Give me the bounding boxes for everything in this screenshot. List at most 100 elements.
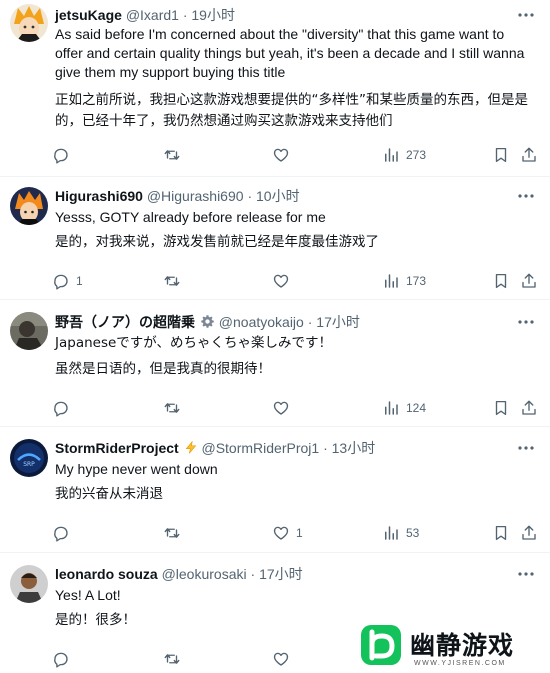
avatar[interactable] [10,312,48,350]
reply-button[interactable] [52,144,76,166]
share-icon [522,273,536,288]
more-options-button[interactable] [516,438,536,458]
reply-button[interactable]: 1 [52,270,83,292]
bookmark-button[interactable] [492,270,510,292]
share-button[interactable] [520,144,538,166]
tweet-text: My hype never went down [55,461,218,477]
share-button[interactable] [520,270,538,292]
retweet-button[interactable] [163,397,187,419]
photo-avatar-icon [10,312,48,350]
tweet-actions [52,648,352,670]
like-button[interactable] [272,270,296,292]
logo-avatar-icon: SRP [10,439,48,477]
timestamp[interactable]: 10小时 [256,188,300,204]
more-options-button[interactable] [516,564,536,584]
share-button[interactable] [520,397,538,419]
views-button[interactable]: 124 [382,397,426,419]
tweet-actions: 1 53 [52,522,542,544]
handle[interactable]: @Ixard1 [126,7,179,23]
more-options-button[interactable] [516,186,536,206]
like-button[interactable] [272,397,296,419]
timestamp[interactable]: 17小时 [316,314,360,330]
anime-avatar-icon [10,187,48,225]
tweet[interactable]: jetsuKage @Ixard1 · 19小时 As said before … [0,0,550,177]
separator: · [307,314,313,330]
tweet-text: As said before I'm concerned about the "… [55,26,525,80]
separator: · [247,188,253,204]
display-name[interactable]: 野吾（ノア）の超階乗 [55,314,195,330]
retweet-button[interactable] [163,648,187,670]
views-button[interactable]: 273 [382,144,426,166]
more-options-button[interactable] [516,312,536,332]
tweet-feed: jetsuKage @Ixard1 · 19小时 As said before … [0,0,550,673]
tweet-translation: 虽然是日语的，但是我真的很期待！ [55,361,271,377]
svg-text:SRP: SRP [23,461,35,468]
separator: · [323,440,328,456]
tweet-header: jetsuKage @Ixard1 · 19小时 [55,5,235,25]
more-icon [518,194,534,198]
reply-button[interactable] [52,522,76,544]
handle[interactable]: @StormRiderProj1 [201,440,319,456]
retweet-icon [164,150,180,160]
display-name[interactable]: jetsuKage [55,7,122,23]
tweet-translation: 我的兴奋从未消退 [55,486,163,502]
share-button[interactable] [520,522,538,544]
like-button[interactable] [272,648,296,670]
views-icon [385,148,398,162]
timestamp[interactable]: 13小时 [332,440,376,456]
retweet-button[interactable] [163,270,187,292]
display-name[interactable]: Higurashi690 [55,188,143,204]
gear-icon [200,314,215,334]
tweet[interactable]: Higurashi690 @Higurashi690 · 10小时 Yesss,… [0,177,550,300]
tweet-actions: 124 [52,397,542,419]
handle[interactable]: @noatyokaijo [219,314,304,330]
reply-button[interactable] [52,648,76,670]
bookmark-button[interactable] [492,144,510,166]
bookmark-button[interactable] [492,522,510,544]
views-button[interactable]: 53 [382,522,419,544]
views-icon [385,401,398,415]
timestamp[interactable]: 19小时 [191,7,235,23]
watermark-url: WWW.YJISREN.COM [414,660,506,667]
share-icon [522,525,536,540]
lightning-icon [184,440,198,460]
more-options-button[interactable] [516,5,536,25]
heart-icon [273,274,289,288]
avatar[interactable] [10,187,48,225]
tweet-header: StormRiderProject @StormRiderProj1 · 13小… [55,438,375,458]
bookmark-icon [495,147,507,163]
watermark-title: 幽静游戏 [410,631,515,660]
timestamp[interactable]: 17小时 [259,566,303,582]
bookmark-icon [495,525,507,541]
display-name[interactable]: leonardo souza [55,566,158,582]
tweet[interactable]: SRP StormRiderProject @StormRiderProj1 ·… [0,427,550,553]
separator: · [182,7,188,23]
handle[interactable]: @Higurashi690 [147,188,244,204]
retweet-icon [164,528,180,538]
display-name[interactable]: StormRiderProject [55,440,179,456]
tweet[interactable]: 野吾（ノア）の超階乗 @noatyokaijo · 17小时 Japaneseで… [0,300,550,427]
avatar[interactable] [10,565,48,603]
retweet-button[interactable] [163,522,187,544]
heart-icon [273,652,289,666]
views-icon [385,274,398,288]
tweet-translation: 是的，对我来说，游戏发售前就已经是年度最佳游戏了 [55,234,379,250]
photo-avatar-icon [10,565,48,603]
bookmark-icon [495,273,507,289]
views-button[interactable]: 173 [382,270,426,292]
tweet-header: Higurashi690 @Higurashi690 · 10小时 [55,186,300,206]
tweet-actions: 273 [52,144,542,166]
handle[interactable]: @leokurosaki [162,566,247,582]
reply-button[interactable] [52,397,76,419]
like-button[interactable]: 1 [272,522,303,544]
watermark: 幽静游戏 WWW.YJISREN.COM [358,620,544,670]
retweet-icon [164,654,180,664]
tweet-text: Yes! A Lot! [55,587,121,603]
like-button[interactable] [272,144,296,166]
retweet-button[interactable] [163,144,187,166]
avatar[interactable]: SRP [10,439,48,477]
avatar[interactable] [10,4,48,42]
bookmark-button[interactable] [492,397,510,419]
tweet-text: Yesss, GOTY already before release for m… [55,209,326,225]
tweet-actions: 1 173 [52,270,542,292]
